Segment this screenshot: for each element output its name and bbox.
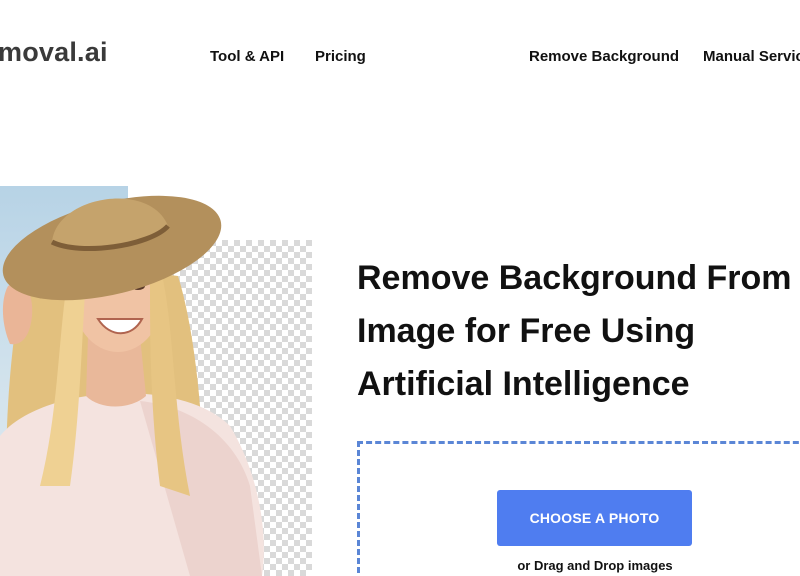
nav-manual-service[interactable]: Manual Service bbox=[703, 48, 800, 65]
choose-photo-button[interactable]: CHOOSE A PHOTO bbox=[497, 490, 692, 546]
nav-remove-background[interactable]: Remove Background bbox=[529, 48, 679, 65]
site-logo[interactable]: moval.ai bbox=[0, 37, 108, 68]
woman-with-hat-illustration bbox=[0, 195, 264, 576]
page: moval.ai Tool & API Pricing Remove Backg… bbox=[0, 0, 800, 576]
logo-text: moval bbox=[0, 37, 78, 67]
hero-image bbox=[0, 186, 312, 576]
site-header: moval.ai Tool & API Pricing Remove Backg… bbox=[0, 0, 800, 115]
headline-line-2: Image for Free Using bbox=[357, 312, 696, 350]
headline-line-1: Remove Background From bbox=[357, 259, 792, 297]
logo-suffix: .ai bbox=[77, 37, 108, 67]
nav-pricing[interactable]: Pricing bbox=[315, 48, 366, 65]
headline-line-3: Artificial Intelligence bbox=[357, 365, 690, 403]
hero-headline: Remove Background From Image for Free Us… bbox=[357, 252, 800, 411]
nav-tool-api[interactable]: Tool & API bbox=[210, 48, 284, 65]
drag-drop-hint: or Drag and Drop images bbox=[517, 558, 673, 573]
